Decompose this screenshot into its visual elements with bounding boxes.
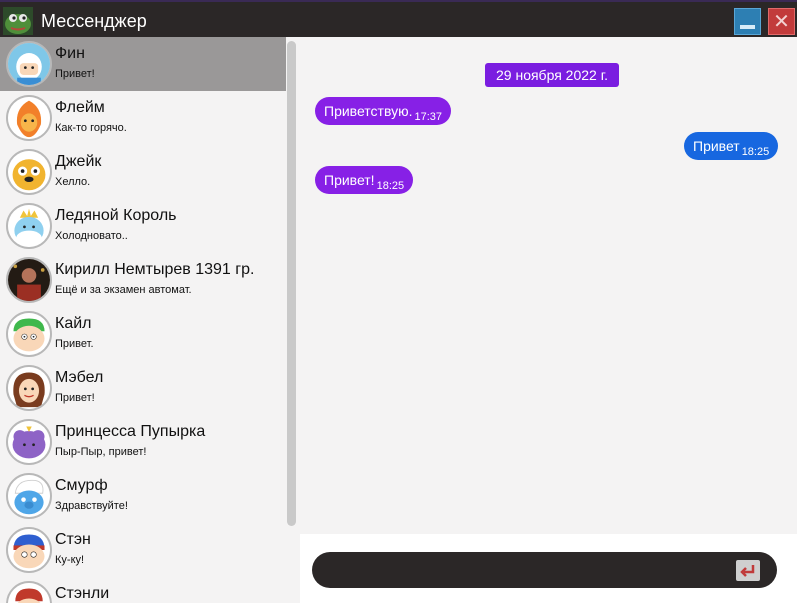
message-time: 18:25 xyxy=(376,180,405,192)
message-time: 17:37 xyxy=(414,111,442,123)
contact-item[interactable]: Фин Привет! xyxy=(0,37,286,91)
jake-avatar xyxy=(6,149,52,195)
contact-item[interactable]: Смурф Здравствуйте! xyxy=(0,469,286,523)
contact-last-message: Привет. xyxy=(55,338,94,350)
contact-name: Ледяной Король xyxy=(55,207,177,224)
contact-item[interactable]: Джейк Хелло. xyxy=(0,145,286,199)
contact-last-message: Хелло. xyxy=(55,176,91,188)
photo-avatar xyxy=(6,257,52,303)
contact-name: Фин xyxy=(55,45,85,62)
lumpy-princess-avatar xyxy=(6,419,52,465)
contact-name: Принцесса Пупырка xyxy=(55,423,206,440)
ice-king-avatar xyxy=(6,203,52,249)
close-icon: ✕ xyxy=(773,9,790,33)
contact-last-message: Как-то горячо. xyxy=(55,122,127,134)
contact-last-message: Привет! xyxy=(55,392,95,404)
stan-avatar xyxy=(6,527,52,573)
enter-arrow-icon xyxy=(740,565,755,577)
chat-area: 29 ноября 2022 г. Приветствую. 17:37 Прив… xyxy=(300,37,797,534)
contact-item[interactable]: Ледяной Король Холодновато.. xyxy=(0,199,286,253)
contact-item[interactable]: Принцесса Пупырка Пыр-Пыр, привет! xyxy=(0,415,286,469)
date-separator: 29 ноября 2022 г. xyxy=(485,63,619,87)
frog-logo-icon xyxy=(3,7,33,35)
contact-name: Мэбел xyxy=(55,369,104,386)
smurf-avatar xyxy=(6,473,52,519)
message-bubble: Привет 18:25 xyxy=(684,132,779,160)
contact-list-scrollbar[interactable] xyxy=(287,41,296,526)
contact-name: Стэн xyxy=(55,531,91,548)
message-time: 18:25 xyxy=(741,146,770,158)
contact-item[interactable]: Кайл Привет. xyxy=(0,307,286,361)
send-button[interactable] xyxy=(736,560,760,581)
messenger-window: Мессенджер ✕ Фин Привет! Флейм Как-то горяч… xyxy=(0,0,797,603)
contact-last-message: Здравствуйте! xyxy=(55,500,128,512)
message-text: Приветствую. xyxy=(324,103,413,119)
mabel-avatar xyxy=(6,365,52,411)
finn-avatar xyxy=(6,41,52,87)
title-bar: Мессенджер ✕ xyxy=(0,0,797,37)
contact-name: Флейм xyxy=(55,99,105,116)
contact-item[interactable]: Стэн Ку-ку! xyxy=(0,523,286,577)
message-input[interactable] xyxy=(312,552,777,588)
stanley-avatar xyxy=(6,581,52,603)
message-composer xyxy=(300,534,797,603)
message-text: Привет! xyxy=(324,172,375,188)
contact-item[interactable]: Флейм Как-то горячо. xyxy=(0,91,286,145)
contact-last-message: Привет! xyxy=(55,68,95,80)
close-button[interactable]: ✕ xyxy=(768,8,795,35)
contact-name: Джейк xyxy=(55,153,102,170)
contact-name: Кайл xyxy=(55,315,92,332)
app-title: Мессенджер xyxy=(41,11,147,31)
contact-item[interactable]: Стэнли xyxy=(0,577,286,603)
contact-name: Кирилл Немтырев 1391 гр. xyxy=(55,261,255,278)
message-text: Привет xyxy=(693,138,740,154)
contact-last-message: Ещё и за экзамен автомат. xyxy=(55,284,192,296)
contact-item[interactable]: Мэбел Привет! xyxy=(0,361,286,415)
contact-item[interactable]: Кирилл Немтырев 1391 гр. Ещё и за экзамен… xyxy=(0,253,286,307)
contact-last-message: Холодновато.. xyxy=(55,230,128,242)
message-bubble: Привет! 18:25 xyxy=(315,166,414,194)
contact-name: Смурф xyxy=(55,477,108,494)
flame-princess-avatar xyxy=(6,95,52,141)
contact-list: Фин Привет! Флейм Как-то горячо. Джейк Хелло.… xyxy=(0,37,300,603)
kyle-avatar xyxy=(6,311,52,357)
minimize-button[interactable] xyxy=(734,8,761,35)
contact-last-message: Пыр-Пыр, привет! xyxy=(55,446,147,458)
contact-last-message: Ку-ку! xyxy=(55,554,85,566)
contact-name: Стэнли xyxy=(55,585,110,602)
message-bubble: Приветствую. 17:37 xyxy=(315,97,451,125)
